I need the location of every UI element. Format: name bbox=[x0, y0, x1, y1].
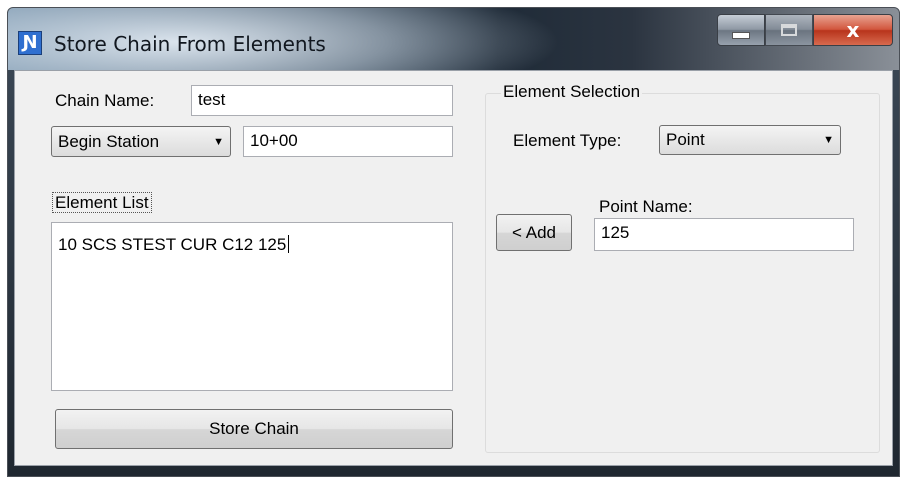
element-type-dropdown[interactable]: Point ▼ bbox=[659, 125, 841, 155]
chain-name-input[interactable]: test bbox=[191, 85, 453, 116]
dialog-window: Ɲ Store Chain From Elements x Chain Name… bbox=[7, 7, 900, 477]
close-icon: x bbox=[846, 18, 860, 42]
station-type-value: Begin Station bbox=[58, 131, 160, 151]
element-type-label: Element Type: bbox=[513, 131, 622, 150]
minimize-button[interactable] bbox=[717, 14, 765, 46]
element-list-text: 10 SCS STEST CUR C12 125 bbox=[58, 235, 287, 254]
text-caret bbox=[288, 235, 290, 253]
element-list-label-text: Element List bbox=[52, 192, 152, 213]
minimize-icon bbox=[732, 31, 750, 39]
maximize-button[interactable] bbox=[765, 14, 813, 46]
chevron-down-icon: ▼ bbox=[213, 135, 224, 148]
chevron-down-icon: ▼ bbox=[823, 134, 834, 146]
station-type-dropdown[interactable]: Begin Station ▼ bbox=[51, 126, 231, 157]
element-list-label: Element List bbox=[52, 192, 152, 213]
title-bar[interactable]: Ɲ Store Chain From Elements x bbox=[8, 8, 899, 70]
point-name-input[interactable]: 125 bbox=[594, 218, 854, 251]
element-selection-title: Element Selection bbox=[501, 82, 643, 102]
station-value-input[interactable]: 10+00 bbox=[243, 126, 453, 157]
maximize-icon bbox=[781, 24, 797, 36]
app-icon: Ɲ bbox=[18, 31, 42, 55]
add-button[interactable]: < Add bbox=[496, 214, 572, 251]
element-type-value: Point bbox=[666, 130, 705, 149]
store-chain-button[interactable]: Store Chain bbox=[55, 409, 453, 449]
chain-name-label: Chain Name: bbox=[55, 91, 155, 110]
point-name-label: Point Name: bbox=[599, 197, 693, 216]
close-button[interactable]: x bbox=[813, 14, 893, 46]
dialog-client-area: Chain Name: test Begin Station ▼ 10+00 E… bbox=[14, 70, 893, 466]
window-title: Store Chain From Elements bbox=[54, 32, 326, 56]
element-list-textarea[interactable]: 10 SCS STEST CUR C12 125 bbox=[51, 222, 453, 391]
caption-buttons: x bbox=[717, 14, 893, 46]
